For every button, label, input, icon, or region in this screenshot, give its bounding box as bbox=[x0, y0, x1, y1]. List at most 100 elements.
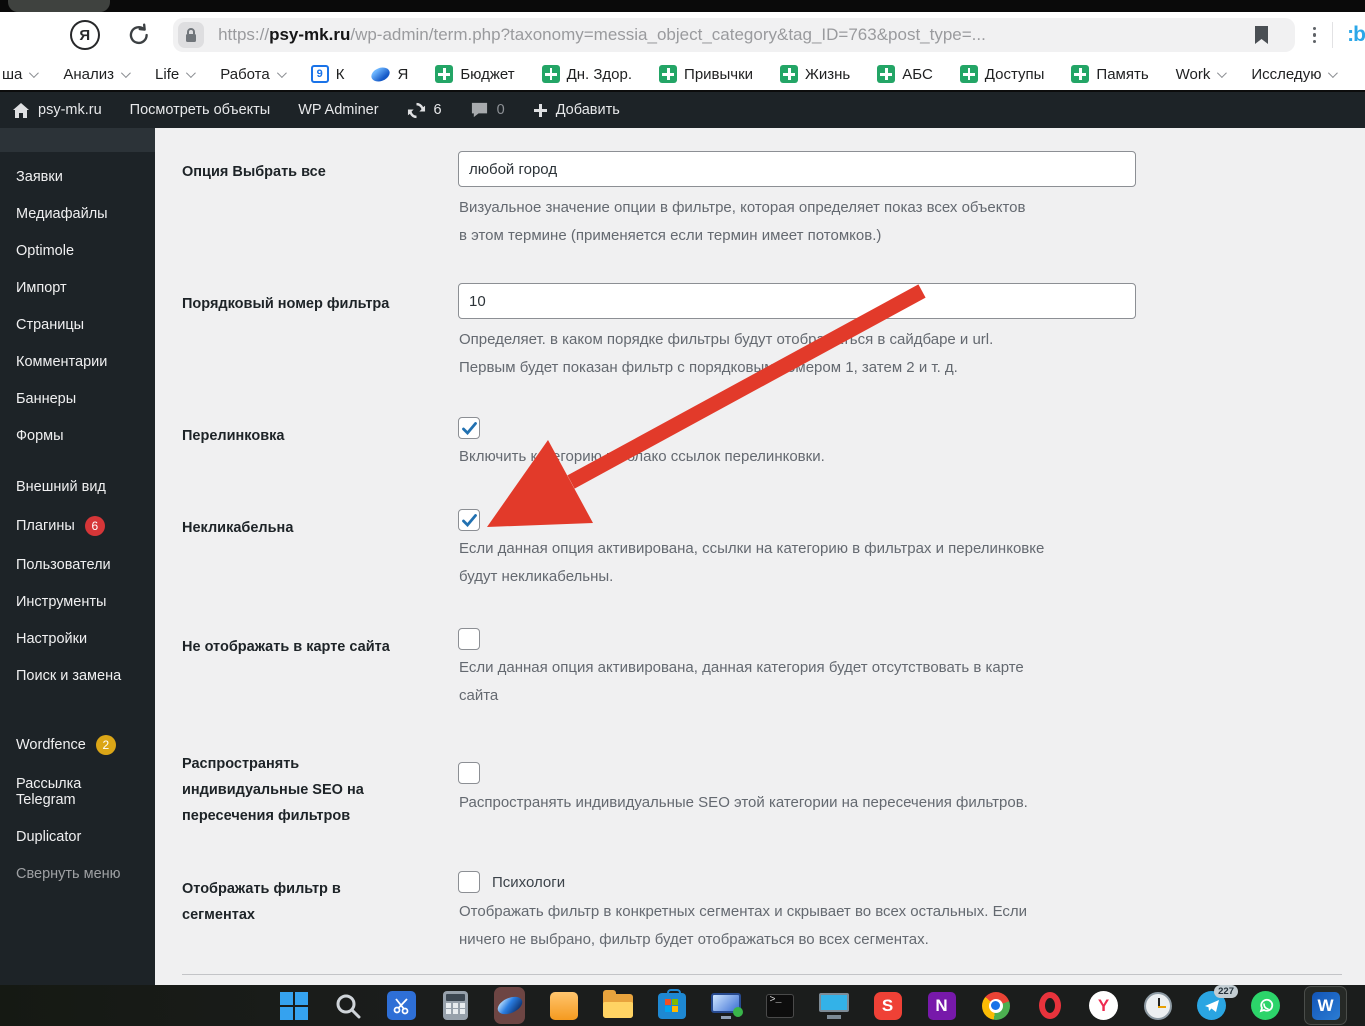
telegram-icon[interactable]: 227 bbox=[1196, 990, 1227, 1021]
address-bar[interactable]: https://psy-mk.ru/wp-admin/term.php?taxo… bbox=[173, 18, 1295, 52]
bookmark-folder[interactable]: Work bbox=[1176, 66, 1225, 83]
sidebar-item-wordfence[interactable]: Wordfence 2 bbox=[0, 724, 155, 765]
start-button-icon[interactable] bbox=[278, 990, 309, 1021]
sidebar-item-search-replace[interactable]: Поиск и замена bbox=[0, 657, 155, 694]
bookmark-folder[interactable]: ша bbox=[2, 66, 36, 83]
bookmark-label: Я bbox=[397, 66, 408, 83]
active-tab-stub[interactable] bbox=[8, 0, 110, 12]
field-description: Определяет. в каком порядке фильтры буду… bbox=[459, 326, 1159, 381]
admin-bar-add-new[interactable]: Добавить bbox=[533, 102, 620, 118]
sticky-notes-icon[interactable] bbox=[548, 990, 579, 1021]
url-text[interactable]: https://psy-mk.ru/wp-admin/term.php?taxo… bbox=[218, 25, 986, 45]
word-active-window[interactable]: W bbox=[1304, 986, 1347, 1025]
admin-bar-wp-adminer[interactable]: WP Adminer bbox=[298, 102, 378, 118]
row-divider bbox=[182, 974, 1342, 975]
sidebar-item-media[interactable]: Медиафайлы bbox=[0, 195, 155, 232]
bookmark-folder[interactable]: Life bbox=[155, 66, 193, 83]
admin-bar-view-objects[interactable]: Посмотреть объекты bbox=[130, 102, 271, 118]
display-icon[interactable] bbox=[818, 990, 849, 1021]
sidebar-item-comments[interactable]: Комментарии bbox=[0, 343, 155, 380]
clock-app-icon[interactable] bbox=[1142, 990, 1173, 1021]
opera-icon[interactable] bbox=[1034, 990, 1065, 1021]
bookmark-label: ша bbox=[2, 66, 22, 83]
bookmark-label: Жизнь bbox=[805, 66, 850, 83]
bookmark-item[interactable]: Доступы bbox=[960, 65, 1045, 83]
bookmark-item[interactable]: АБС bbox=[877, 65, 933, 83]
yandex-browser-icon[interactable]: Я bbox=[70, 20, 100, 50]
sidebar-item-telegram[interactable]: Рассылка Telegram bbox=[0, 765, 155, 818]
segment-psychologists-checkbox[interactable] bbox=[458, 871, 480, 893]
sidebar-item-tools[interactable]: Инструменты bbox=[0, 583, 155, 620]
bookmark-flag-icon[interactable] bbox=[1254, 25, 1269, 45]
bookmark-folder[interactable]: Работа bbox=[220, 66, 284, 83]
workspace: Заявки Медиафайлы Optimole Импорт Страни… bbox=[0, 128, 1365, 985]
s-app-icon[interactable]: S bbox=[872, 990, 903, 1021]
microsoft-store-icon[interactable] bbox=[656, 990, 687, 1021]
field-description: Распространять индивидуальные SEO этой к… bbox=[459, 789, 1159, 817]
yandex-browser-taskbar-icon[interactable] bbox=[494, 990, 525, 1021]
chrome-icon[interactable] bbox=[980, 990, 1011, 1021]
file-explorer-icon[interactable] bbox=[602, 990, 633, 1021]
filter-order-input[interactable] bbox=[458, 283, 1136, 319]
whatsapp-icon[interactable] bbox=[1250, 990, 1281, 1021]
lock-icon[interactable] bbox=[178, 22, 204, 48]
admin-bar-site[interactable]: psy-mk.ru bbox=[12, 102, 102, 119]
bookmark-item[interactable]: Я bbox=[371, 66, 408, 83]
bookmark-item[interactable]: Бюджет bbox=[435, 65, 514, 83]
telegram-badge: 227 bbox=[1214, 985, 1238, 998]
onenote-icon[interactable]: N bbox=[926, 990, 957, 1021]
windows-taskbar: >_ S N Y 227 bbox=[0, 985, 1365, 1026]
hide-from-sitemap-checkbox[interactable] bbox=[458, 628, 480, 650]
sheets-icon bbox=[960, 65, 978, 83]
refresh-icon[interactable] bbox=[126, 22, 152, 48]
field-label: Перелинковка bbox=[182, 423, 412, 449]
bookmarks-bar: ша Анализ Life Работа 9 К Я Бюджет Дн. З… bbox=[0, 58, 1365, 90]
wordfence-badge: 2 bbox=[96, 735, 116, 755]
sidebar-item-users[interactable]: Пользователи bbox=[0, 546, 155, 583]
bookmark-item[interactable]: 9 К bbox=[311, 65, 345, 83]
bookmark-item[interactable]: Дн. Здор. bbox=[542, 65, 632, 83]
snipping-tool-icon[interactable] bbox=[386, 990, 417, 1021]
bookmark-label: Дн. Здор. bbox=[567, 66, 632, 83]
update-count: 6 bbox=[434, 102, 442, 118]
yandex-app-icon[interactable]: Y bbox=[1088, 990, 1119, 1021]
bookmark-item[interactable]: Привычки bbox=[659, 65, 753, 83]
sidebar-item-plugins[interactable]: Плагины 6 bbox=[0, 505, 155, 546]
word-icon: W bbox=[1312, 992, 1340, 1020]
sidebar-item-forms[interactable]: Формы bbox=[0, 417, 155, 454]
calculator-icon[interactable] bbox=[440, 990, 471, 1021]
field-label: Отображать фильтр в сегментах bbox=[182, 876, 412, 928]
sidebar-current-item-highlight[interactable] bbox=[0, 128, 155, 152]
bookmark-label: Бюджет bbox=[460, 66, 514, 83]
sidebar-collapse-menu[interactable]: Свернуть меню bbox=[0, 855, 155, 892]
bookmark-folder[interactable]: Исследую bbox=[1251, 66, 1335, 83]
bookmark-folder[interactable]: Анализ bbox=[63, 66, 128, 83]
sidebar-item-optimole[interactable]: Optimole bbox=[0, 232, 155, 269]
remote-desktop-icon[interactable] bbox=[710, 990, 741, 1021]
sidebar-item-settings[interactable]: Настройки bbox=[0, 620, 155, 657]
terminal-icon[interactable]: >_ bbox=[764, 990, 795, 1021]
bookmark-item[interactable]: Жизнь bbox=[780, 65, 850, 83]
select-all-option-input[interactable] bbox=[458, 151, 1136, 187]
propagate-seo-checkbox[interactable] bbox=[458, 762, 480, 784]
sidebar-item-zayavki[interactable]: Заявки bbox=[0, 158, 155, 195]
browser-menu-icon[interactable] bbox=[1313, 27, 1317, 44]
sidebar-item-appearance[interactable]: Внешний вид bbox=[0, 468, 155, 505]
chevron-down-icon bbox=[277, 68, 287, 78]
field-description: Отображать фильтр в конкретных сегментах… bbox=[459, 898, 1159, 953]
sidebar-item-import[interactable]: Импорт bbox=[0, 269, 155, 306]
sidebar-item-label: Плагины bbox=[16, 517, 75, 533]
non-clickable-checkbox[interactable] bbox=[458, 509, 480, 531]
extension-icon[interactable]: :b bbox=[1347, 23, 1365, 47]
checkmark-icon bbox=[462, 422, 477, 435]
bookmark-item[interactable]: Память bbox=[1071, 65, 1148, 83]
search-icon[interactable] bbox=[332, 990, 363, 1021]
interlinking-checkbox[interactable] bbox=[458, 417, 480, 439]
admin-bar-updates[interactable]: 6 bbox=[407, 101, 442, 120]
sidebar-item-pages[interactable]: Страницы bbox=[0, 306, 155, 343]
bookmark-label: Привычки bbox=[684, 66, 753, 83]
sidebar-item-banners[interactable]: Баннеры bbox=[0, 380, 155, 417]
admin-bar-comments[interactable]: 0 bbox=[470, 101, 505, 119]
browser-tab-strip[interactable] bbox=[0, 0, 1365, 12]
sidebar-item-duplicator[interactable]: Duplicator bbox=[0, 818, 155, 855]
